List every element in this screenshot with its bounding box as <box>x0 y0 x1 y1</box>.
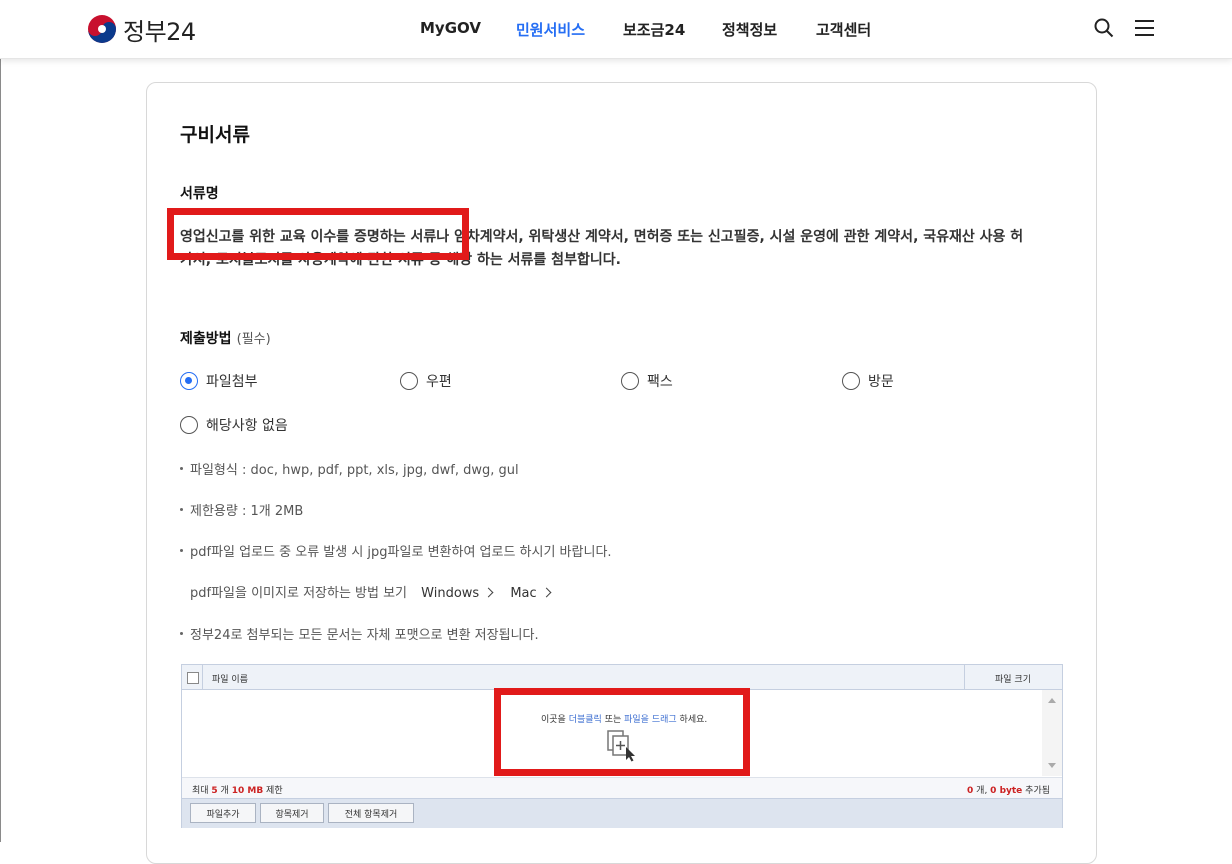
windows-link-label: Windows <box>421 586 480 601</box>
limit-text-part: 개 <box>217 786 232 796</box>
note-text: pdf파일 업로드 중 오류 발생 시 jpg파일로 변환하여 업로드 하시기 … <box>190 545 612 560</box>
radio-circle[interactable] <box>400 372 418 390</box>
bullet-dot <box>180 549 183 552</box>
submit-method-label: 제출방법 <box>180 331 232 347</box>
menu-icon[interactable] <box>1135 18 1154 38</box>
window-edge <box>0 0 1 842</box>
highlight-box-drop-zone <box>494 688 750 776</box>
pdf-howto-row: pdf파일을 이미지로 저장하는 방법 보기 Windows Mac <box>190 582 552 601</box>
chevron-right-icon <box>483 587 494 598</box>
mac-link[interactable]: Mac <box>510 586 552 601</box>
main-nav: MyGOV 민원서비스 보조금24 정책정보 고객센터 <box>0 0 1232 58</box>
note-file-format: 파일형식 : doc, hwp, pdf, ppt, xls, jpg, dwf… <box>180 459 519 478</box>
radio-not-applicable[interactable]: 해당사항 없음 <box>180 415 288 435</box>
submit-method-heading: 제출방법 (필수) <box>180 328 271 348</box>
select-all-checkbox[interactable] <box>187 672 199 684</box>
windows-link[interactable]: Windows <box>421 586 494 601</box>
added-size: 0 byte <box>990 786 1023 796</box>
nav-subsidy24[interactable]: 보조금24 <box>623 19 685 40</box>
add-file-button[interactable]: 파일추가 <box>190 803 256 823</box>
note-text: 제한용량 : 1개 2MB <box>190 504 304 519</box>
radio-circle[interactable] <box>621 372 639 390</box>
upload-limit-text: 최대 5 개 10 MB 제한 <box>192 783 283 796</box>
howto-text: pdf파일을 이미지로 저장하는 방법 보기 <box>190 586 408 601</box>
radio-circle[interactable] <box>180 416 198 434</box>
radio-mail[interactable]: 우편 <box>400 371 452 391</box>
site-header: 정부24 MyGOV 민원서비스 보조금24 정책정보 고객센터 <box>0 0 1232 59</box>
mac-link-label: Mac <box>510 586 537 601</box>
scroll-up-arrow-icon[interactable] <box>1048 698 1056 703</box>
limit-size: 10 MB <box>231 786 264 796</box>
remove-item-button[interactable]: 항목제거 <box>260 803 324 823</box>
limit-text-part: 최대 <box>192 786 212 796</box>
radio-label: 방문 <box>868 374 894 390</box>
vertical-scrollbar[interactable] <box>1042 690 1062 776</box>
radio-fax[interactable]: 팩스 <box>621 371 673 391</box>
column-file-name[interactable]: 파일 이름 <box>212 672 248 685</box>
radio-label: 해당사항 없음 <box>206 418 288 434</box>
added-text-part: 추가됨 <box>1022 786 1050 796</box>
bullet-dot <box>180 467 183 470</box>
nav-mygov[interactable]: MyGOV <box>420 19 481 37</box>
note-size-limit: 제한용량 : 1개 2MB <box>180 500 303 519</box>
nav-civil-service[interactable]: 민원서비스 <box>516 19 585 40</box>
highlight-box-doc-name <box>167 208 469 260</box>
radio-file-attach[interactable]: 파일첨부 <box>180 371 258 391</box>
radio-label: 팩스 <box>647 374 673 390</box>
nav-policy-info[interactable]: 정책정보 <box>722 19 777 40</box>
section-title: 구비서류 <box>180 124 250 146</box>
scroll-down-arrow-icon[interactable] <box>1048 763 1056 768</box>
upload-added-text: 0 개, 0 byte 추가됨 <box>967 783 1050 796</box>
column-divider <box>202 665 203 689</box>
note-text: 파일형식 : doc, hwp, pdf, ppt, xls, jpg, dwf… <box>190 463 519 478</box>
note-convert: 정부24로 첨부되는 모든 문서는 자체 포맷으로 변환 저장됩니다. <box>180 624 539 643</box>
column-file-size[interactable]: 파일 크기 <box>995 672 1031 685</box>
note-pdf-error: pdf파일 업로드 중 오류 발생 시 jpg파일로 변환하여 업로드 하시기 … <box>180 541 612 560</box>
note-text: 정부24로 첨부되는 모든 문서는 자체 포맷으로 변환 저장됩니다. <box>190 628 539 643</box>
limit-text-part: 제한 <box>263 786 283 796</box>
remove-all-button[interactable]: 전체 항목제거 <box>328 803 414 823</box>
radio-circle[interactable] <box>842 372 860 390</box>
uploader-status-bar: 최대 5 개 10 MB 제한 0 개, 0 byte 추가됨 <box>182 777 1062 798</box>
nav-customer-center[interactable]: 고객센터 <box>816 19 871 40</box>
radio-label: 우편 <box>426 374 452 390</box>
search-icon[interactable] <box>1094 18 1114 38</box>
radio-circle-checked[interactable] <box>180 372 198 390</box>
uploader-button-bar: 파일추가 항목제거 전체 항목제거 <box>182 798 1062 828</box>
added-text-part: 개, <box>973 786 991 796</box>
doc-name-label: 서류명 <box>180 186 219 202</box>
radio-visit[interactable]: 방문 <box>842 371 894 391</box>
bullet-dot <box>180 632 183 635</box>
bullet-dot <box>180 508 183 511</box>
column-divider <box>964 665 965 689</box>
radio-label: 파일첨부 <box>206 374 258 390</box>
chevron-right-icon <box>541 587 552 598</box>
uploader-header: 파일 이름 파일 크기 <box>182 665 1062 690</box>
required-mark: (필수) <box>236 332 271 347</box>
